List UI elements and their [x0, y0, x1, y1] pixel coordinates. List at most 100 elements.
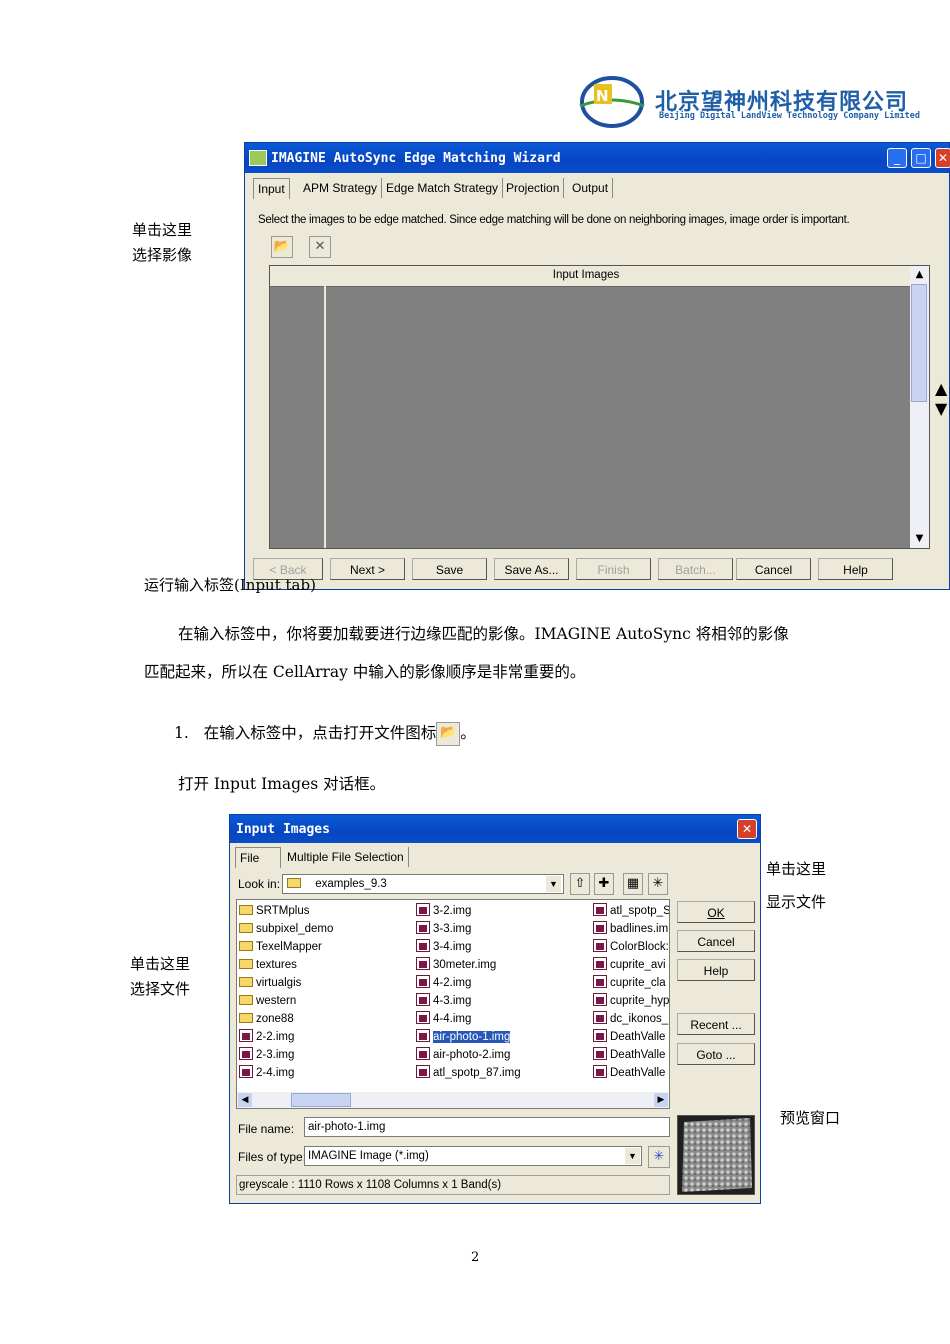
- list-item[interactable]: air-photo-1.img: [416, 1028, 588, 1046]
- list-item-label: atl_spotp_S: [610, 905, 669, 917]
- scroll-up-icon[interactable]: ▲: [910, 266, 929, 284]
- list-item[interactable]: cuprite_cla: [593, 974, 669, 992]
- list-item[interactable]: 2-4.img: [239, 1064, 411, 1082]
- inline-open-file-icon: 📂: [436, 722, 461, 746]
- list-item[interactable]: virtualgis: [239, 974, 411, 992]
- tab-file[interactable]: File: [235, 847, 281, 868]
- list-item[interactable]: 30meter.img: [416, 956, 588, 974]
- image-file-icon: [416, 957, 430, 970]
- recent-button[interactable]: Recent ...: [677, 1013, 755, 1035]
- list-item-label: 4-3.img: [433, 995, 472, 1007]
- list-item[interactable]: 2-3.img: [239, 1046, 411, 1064]
- folder-icon: [239, 1013, 253, 1023]
- chevron-down-icon[interactable]: ▼: [625, 1148, 640, 1164]
- list-item[interactable]: zone88: [239, 1010, 411, 1028]
- close-button[interactable]: ✕: [935, 148, 950, 168]
- reorder-down-icon[interactable]: ▼: [935, 399, 947, 418]
- list-item[interactable]: TexelMapper: [239, 938, 411, 956]
- up-folder-icon[interactable]: ⇧: [570, 873, 590, 895]
- file-list-column-1: SRTMplus subpixel_demo TexelMapper textures…: [239, 902, 411, 1082]
- save-as-button[interactable]: Save As...: [494, 558, 569, 580]
- image-file-icon: [416, 1029, 430, 1042]
- next-button[interactable]: Next >: [330, 558, 405, 580]
- aerial-photo-preview: [682, 1118, 752, 1192]
- list-item[interactable]: cuprite_hyp: [593, 992, 669, 1010]
- scroll-down-icon[interactable]: ▼: [910, 530, 929, 548]
- list-item[interactable]: air-photo-2.img: [416, 1046, 588, 1064]
- new-folder-icon[interactable]: ✚: [594, 873, 614, 895]
- tab-output[interactable]: Output: [568, 178, 614, 198]
- file-list-hscrollbar[interactable]: ◀ ▶: [237, 1092, 669, 1108]
- scroll-right-icon[interactable]: ▶: [654, 1093, 668, 1107]
- list-item-label: air-photo-1.img: [433, 1031, 511, 1043]
- list-item[interactable]: ColorBlock:: [593, 938, 669, 956]
- filter-options-icon[interactable]: ✳: [648, 1146, 670, 1168]
- list-item[interactable]: 3-4.img: [416, 938, 588, 956]
- image-file-icon: [593, 1065, 607, 1078]
- list-item-label: cuprite_hyp: [610, 995, 669, 1007]
- list-item[interactable]: 4-3.img: [416, 992, 588, 1010]
- tab-apm-strategy[interactable]: APM Strategy: [299, 178, 383, 198]
- look-in-select[interactable]: examples_9.3 ▼: [282, 874, 564, 894]
- dialog-close-button[interactable]: ✕: [737, 819, 757, 839]
- list-item[interactable]: atl_spotp_87.img: [416, 1064, 588, 1082]
- tab-input[interactable]: Input: [253, 178, 290, 199]
- list-item[interactable]: SRTMplus: [239, 902, 411, 920]
- folder-icon: [239, 941, 253, 951]
- paragraph-line-1: 在输入标签中，你将要加载要进行边缘匹配的影像。IMAGINE AutoSync …: [178, 625, 789, 643]
- image-file-icon: [593, 921, 607, 934]
- cancel-button[interactable]: Cancel: [736, 558, 811, 580]
- help-button[interactable]: Help: [818, 558, 893, 580]
- details-icon[interactable]: ✳: [648, 873, 668, 895]
- open-file-icon[interactable]: 📂: [271, 236, 293, 258]
- scroll-left-icon[interactable]: ◀: [238, 1093, 252, 1107]
- file-name-input[interactable]: air-photo-1.img: [304, 1117, 670, 1137]
- maximize-button[interactable]: □: [911, 148, 931, 168]
- hscroll-thumb[interactable]: [291, 1093, 351, 1107]
- view-icon[interactable]: ▦: [623, 873, 643, 895]
- image-file-icon: [416, 903, 430, 916]
- file-type-select[interactable]: IMAGINE Image (*.img) ▼: [304, 1146, 642, 1166]
- dialog-cancel-button[interactable]: Cancel: [677, 930, 755, 952]
- cellarray-scrollbar[interactable]: ▲ ▼: [910, 266, 929, 548]
- finish-button[interactable]: Finish: [576, 558, 651, 580]
- tab-edge-match-strategy[interactable]: Edge Match Strategy: [382, 178, 504, 198]
- list-item[interactable]: DeathValle: [593, 1064, 669, 1082]
- list-item-label: DeathValle: [610, 1049, 666, 1061]
- list-item[interactable]: textures: [239, 956, 411, 974]
- dialog-help-button[interactable]: Help: [677, 959, 755, 981]
- list-item-label: badlines.im: [610, 923, 669, 935]
- list-item[interactable]: atl_spotp_S: [593, 902, 669, 920]
- ok-button[interactable]: OK: [677, 901, 755, 923]
- list-item[interactable]: badlines.im: [593, 920, 669, 938]
- list-item[interactable]: 4-2.img: [416, 974, 588, 992]
- note-preview-window: 预览窗口: [780, 1109, 841, 1127]
- reorder-up-icon[interactable]: ▲: [935, 379, 947, 398]
- delete-icon[interactable]: ✕: [309, 236, 331, 258]
- list-item[interactable]: 2-2.img: [239, 1028, 411, 1046]
- save-button[interactable]: Save: [412, 558, 487, 580]
- tab-multiple-file-selection[interactable]: Multiple File Selection: [283, 847, 409, 867]
- chevron-down-icon[interactable]: ▼: [546, 876, 561, 892]
- scroll-thumb[interactable]: [911, 284, 927, 402]
- image-file-icon: [239, 1065, 253, 1078]
- goto-button[interactable]: Goto ...: [677, 1043, 755, 1065]
- list-item[interactable]: 3-2.img: [416, 902, 588, 920]
- tab-projection[interactable]: Projection: [502, 178, 565, 198]
- minimize-button[interactable]: _: [887, 148, 907, 168]
- list-item-label: 3-3.img: [433, 923, 472, 935]
- list-item[interactable]: dc_ikonos_: [593, 1010, 669, 1028]
- list-item[interactable]: cuprite_avi: [593, 956, 669, 974]
- list-item[interactable]: western: [239, 992, 411, 1010]
- list-item[interactable]: DeathValle: [593, 1028, 669, 1046]
- input-images-cellarray: Input Images ▲ ▼: [269, 265, 930, 549]
- note-show-files: 单击这里 显示文件: [766, 860, 827, 911]
- image-file-icon: [416, 1011, 430, 1024]
- image-file-icon: [593, 957, 607, 970]
- list-item[interactable]: 4-4.img: [416, 1010, 588, 1028]
- list-item-label: ColorBlock:: [610, 941, 669, 953]
- batch-button[interactable]: Batch...: [658, 558, 733, 580]
- list-item[interactable]: DeathValle: [593, 1046, 669, 1064]
- list-item[interactable]: subpixel_demo: [239, 920, 411, 938]
- list-item[interactable]: 3-3.img: [416, 920, 588, 938]
